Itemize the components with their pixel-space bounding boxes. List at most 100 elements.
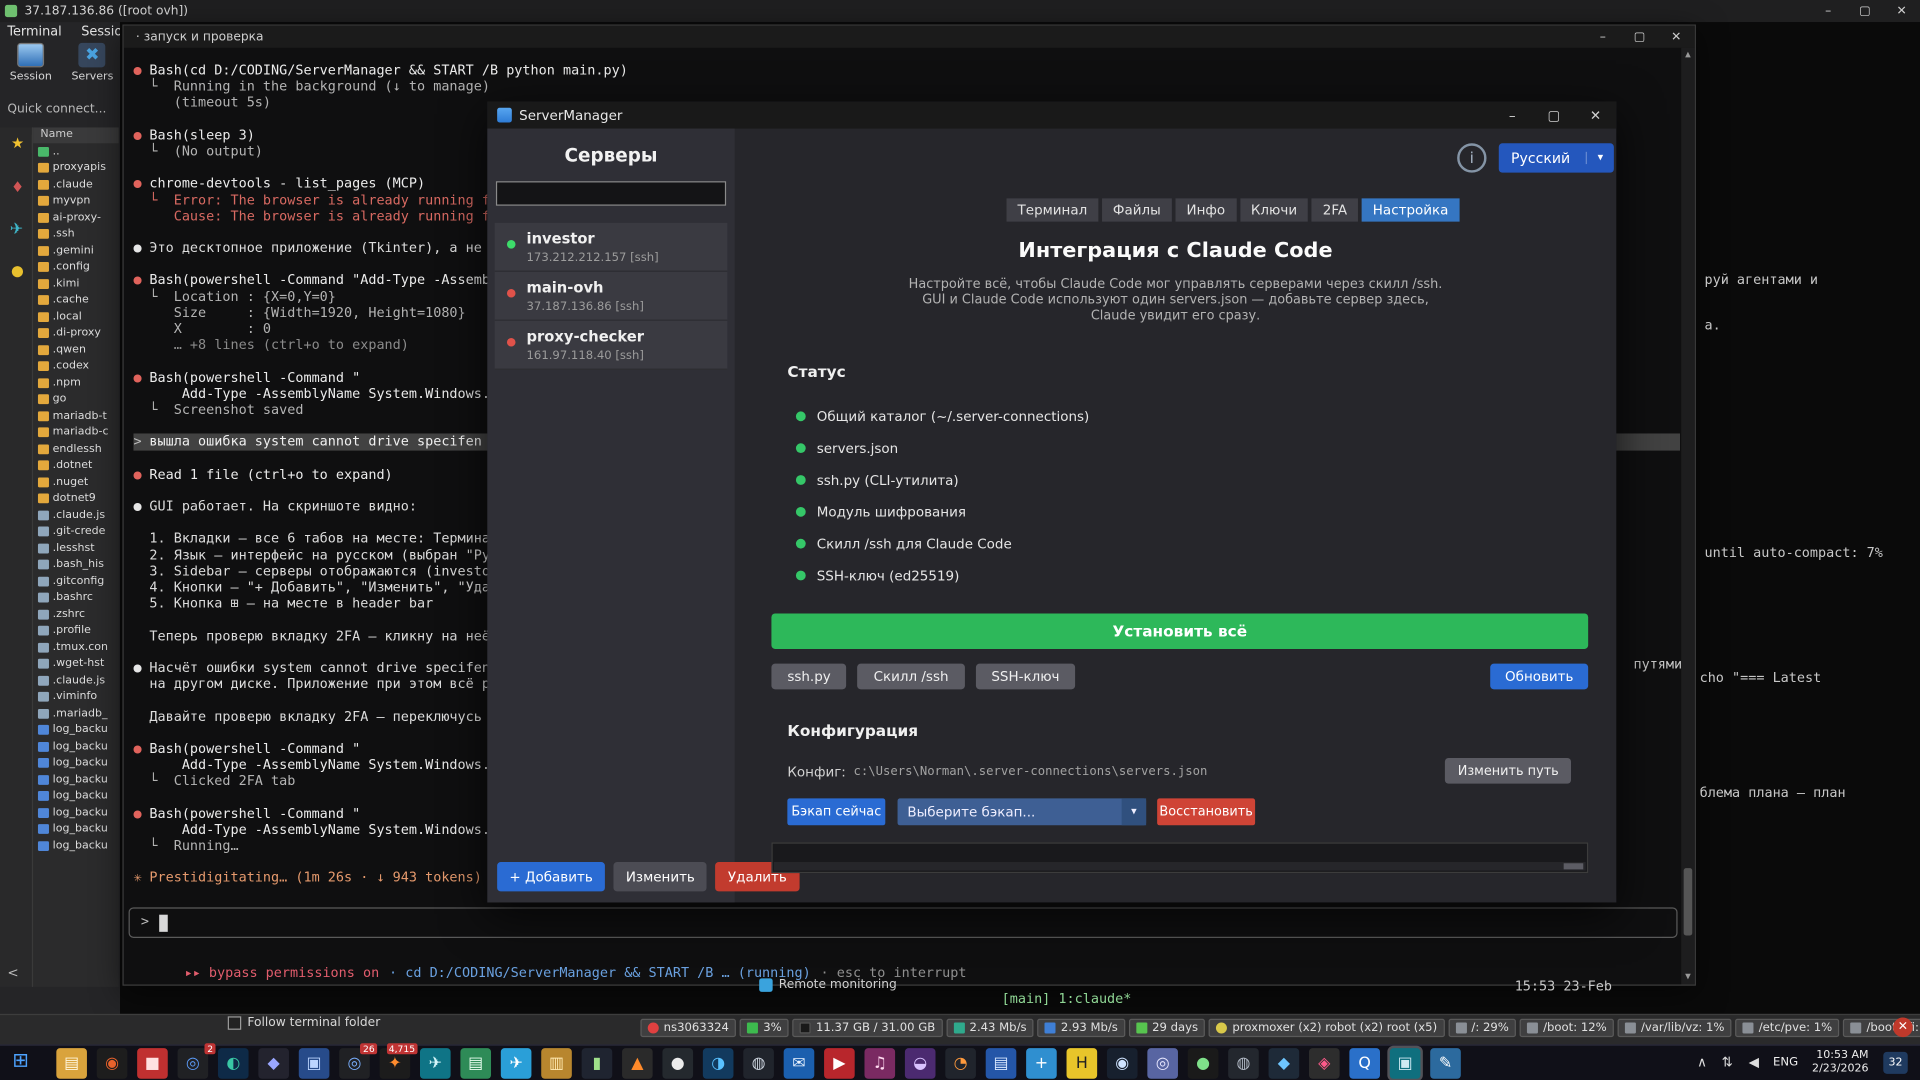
file-tree-item[interactable]: myvpn: [33, 193, 119, 210]
file-tree-item[interactable]: log_backu: [33, 838, 119, 855]
change-path-button[interactable]: Изменить путь: [1445, 757, 1572, 784]
servers-button[interactable]: ✖ Servers: [71, 42, 113, 83]
volume-icon[interactable]: ◀: [1749, 1054, 1759, 1070]
notes[interactable]: ▤: [460, 1048, 492, 1079]
notification-count-badge[interactable]: 32: [1883, 1051, 1908, 1074]
terminal-prompt-input[interactable]: >: [128, 907, 1678, 938]
scroll-up-icon[interactable]: ▲: [1681, 48, 1694, 63]
install-all-button[interactable]: Установить всё: [771, 613, 1589, 649]
counter-app[interactable]: ✦ 4,715: [379, 1043, 418, 1079]
firefox[interactable]: ◔: [945, 1048, 976, 1079]
file-tree-item[interactable]: .zshrc: [33, 606, 119, 623]
file-tree-item[interactable]: log_backu: [33, 771, 119, 788]
quick-app[interactable]: Q: [1349, 1048, 1380, 1079]
file-tree-item[interactable]: go: [33, 391, 119, 408]
tray-segment[interactable]: /etc/pve: 1%: [1735, 1018, 1840, 1038]
sm-minimize-button[interactable]: –: [1491, 107, 1533, 123]
edge[interactable]: ◐: [217, 1048, 249, 1079]
session-button[interactable]: Session: [10, 42, 52, 83]
tray-segment[interactable]: 2.93 Mb/s: [1037, 1018, 1126, 1038]
file-tree-item[interactable]: .gitconfig: [33, 573, 119, 590]
file-tree-item[interactable]: .lesshst: [33, 540, 119, 557]
file-tree-item[interactable]: .di-proxy: [33, 325, 119, 342]
files-column-header[interactable]: Name: [33, 127, 119, 144]
file-tree-item[interactable]: .config: [33, 259, 119, 276]
file-tree-item[interactable]: .claude: [33, 176, 119, 193]
output-scrollbar[interactable]: [773, 862, 1586, 871]
file-tree-item[interactable]: log_backu: [33, 755, 119, 772]
security-app[interactable]: ■: [137, 1048, 168, 1079]
cloud-sync[interactable]: +: [1026, 1048, 1057, 1079]
network-icon[interactable]: ⇅: [1722, 1054, 1733, 1070]
file-tree-item[interactable]: .kimi: [33, 276, 119, 293]
tab-2fa[interactable]: 2FA: [1311, 198, 1359, 222]
file-tree-item[interactable]: log_backu: [33, 738, 119, 755]
file-tree-item[interactable]: .dotnet: [33, 457, 119, 474]
music[interactable]: ♫: [864, 1048, 896, 1079]
start-button[interactable]: ⊞: [12, 1048, 28, 1071]
docs[interactable]: ▤: [985, 1048, 1017, 1079]
jetbrains[interactable]: ◈: [1308, 1048, 1340, 1079]
refresh-button[interactable]: Обновить: [1490, 663, 1589, 690]
vlc[interactable]: ▲: [622, 1048, 653, 1079]
language-select[interactable]: Русский ▾: [1498, 143, 1614, 173]
component-button[interactable]: Скилл /ssh: [857, 663, 965, 690]
file-tree-item[interactable]: .mariadb_: [33, 705, 119, 722]
tab-info[interactable]: Инфо: [1175, 198, 1237, 222]
remote-monitoring-toggle[interactable]: Remote monitoring: [759, 978, 897, 992]
file-tree-item[interactable]: .claude.js: [33, 672, 119, 689]
edit-server-button[interactable]: Изменить: [613, 862, 708, 892]
spotify[interactable]: ●: [1187, 1048, 1219, 1079]
file-tree-item[interactable]: .bashrc: [33, 590, 119, 607]
mail[interactable]: ✉: [783, 1048, 815, 1079]
tray-segment[interactable]: 11.37 GB / 31.00 GB: [792, 1018, 943, 1038]
messenger-teal[interactable]: ✈: [420, 1048, 451, 1079]
sm-maximize-button[interactable]: ▢: [1533, 107, 1575, 123]
file-tree-item[interactable]: .profile: [33, 623, 119, 640]
file-tree-item[interactable]: log_backu: [33, 804, 119, 821]
file-tree-item[interactable]: .local: [33, 309, 119, 326]
file-tree-item[interactable]: .viminfo: [33, 689, 119, 706]
sm-close-button[interactable]: ✕: [1575, 107, 1617, 123]
server-list-item[interactable]: main-ovh 37.187.136.86 [ssh]: [494, 271, 728, 321]
component-button[interactable]: ssh.py: [771, 663, 847, 690]
tray-segment[interactable]: /var/lib/vz: 1%: [1617, 1018, 1732, 1038]
tray-segment[interactable]: proxmoxer (x2) robot (x2) root (x5): [1209, 1018, 1445, 1038]
file-explorer[interactable]: ▤: [56, 1048, 87, 1079]
tray-segment[interactable]: /boot: 12%: [1519, 1018, 1615, 1038]
discord[interactable]: ◎: [1147, 1048, 1178, 1079]
file-tree-item[interactable]: endlessh: [33, 441, 119, 458]
file-tree-item[interactable]: log_backu: [33, 821, 119, 838]
purple-app[interactable]: ◒: [904, 1048, 936, 1079]
file-tree-item[interactable]: .gemini: [33, 242, 119, 259]
tray-segment[interactable]: 2.43 Mb/s: [946, 1018, 1034, 1038]
tray-segment[interactable]: ns3063324: [640, 1018, 737, 1038]
camera[interactable]: ◍: [743, 1048, 774, 1079]
terminal-scrollbar[interactable]: ▲ ▼: [1681, 47, 1695, 985]
file-tree-item[interactable]: .git-crede: [33, 523, 119, 540]
restore-button[interactable]: Восстановить: [1157, 798, 1256, 826]
file-tree-item[interactable]: .qwen: [33, 342, 119, 359]
ide-dark[interactable]: ◆: [258, 1048, 289, 1079]
file-tree-item[interactable]: .tmux.con: [33, 639, 119, 656]
output-log-box[interactable]: [771, 842, 1589, 874]
maximize-button[interactable]: ▢: [1847, 4, 1884, 17]
terminal-close-button[interactable]: ✕: [1658, 30, 1695, 43]
quick-connect-label[interactable]: Quick connect...: [7, 103, 106, 116]
media-player[interactable]: ▶: [824, 1048, 855, 1079]
file-tree-item[interactable]: mariadb-t: [33, 408, 119, 425]
terminal-app[interactable]: ▮: [581, 1048, 613, 1079]
info-button[interactable]: i: [1457, 143, 1487, 173]
file-tree-item[interactable]: ai-proxy-: [33, 209, 119, 226]
file-tree-item[interactable]: .codex: [33, 358, 119, 375]
tab-files[interactable]: Файлы: [1101, 198, 1172, 222]
chrome[interactable]: ◎ 2: [177, 1043, 216, 1079]
steam[interactable]: ◉: [1106, 1048, 1138, 1079]
file-tree-item[interactable]: dotnet9: [33, 490, 119, 507]
tab-settings[interactable]: Настройка: [1361, 198, 1460, 222]
menu-item[interactable]: Terminal: [7, 24, 61, 39]
server-search-input[interactable]: [495, 181, 727, 206]
pin-icon[interactable]: ♦: [11, 179, 24, 196]
file-tree-item[interactable]: ..: [33, 143, 119, 160]
send-icon[interactable]: ✈: [10, 220, 23, 238]
